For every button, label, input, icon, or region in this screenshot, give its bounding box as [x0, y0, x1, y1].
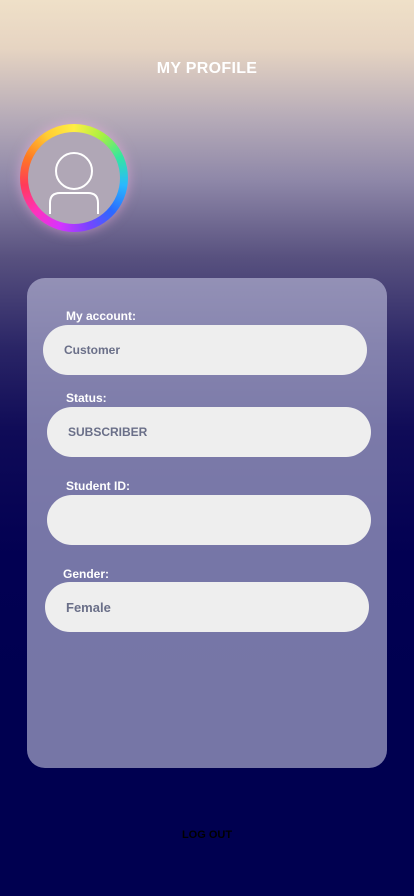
account-label: My account:	[66, 309, 137, 323]
status-field[interactable]: SUBSCRIBER	[47, 407, 371, 457]
student-id-field[interactable]	[47, 495, 371, 545]
student-id-label: Student ID:	[66, 479, 130, 493]
page-title: MY PROFILE	[156, 60, 258, 77]
gender-field[interactable]: Female	[45, 582, 369, 632]
account-field[interactable]: Customer	[43, 325, 367, 375]
status-label: Status:	[66, 391, 107, 405]
avatar-inner	[28, 132, 120, 224]
avatar[interactable]	[20, 124, 128, 232]
gender-label: Gender:	[63, 567, 110, 581]
user-icon	[49, 152, 99, 214]
logout-button[interactable]: LOG OUT	[0, 829, 414, 841]
